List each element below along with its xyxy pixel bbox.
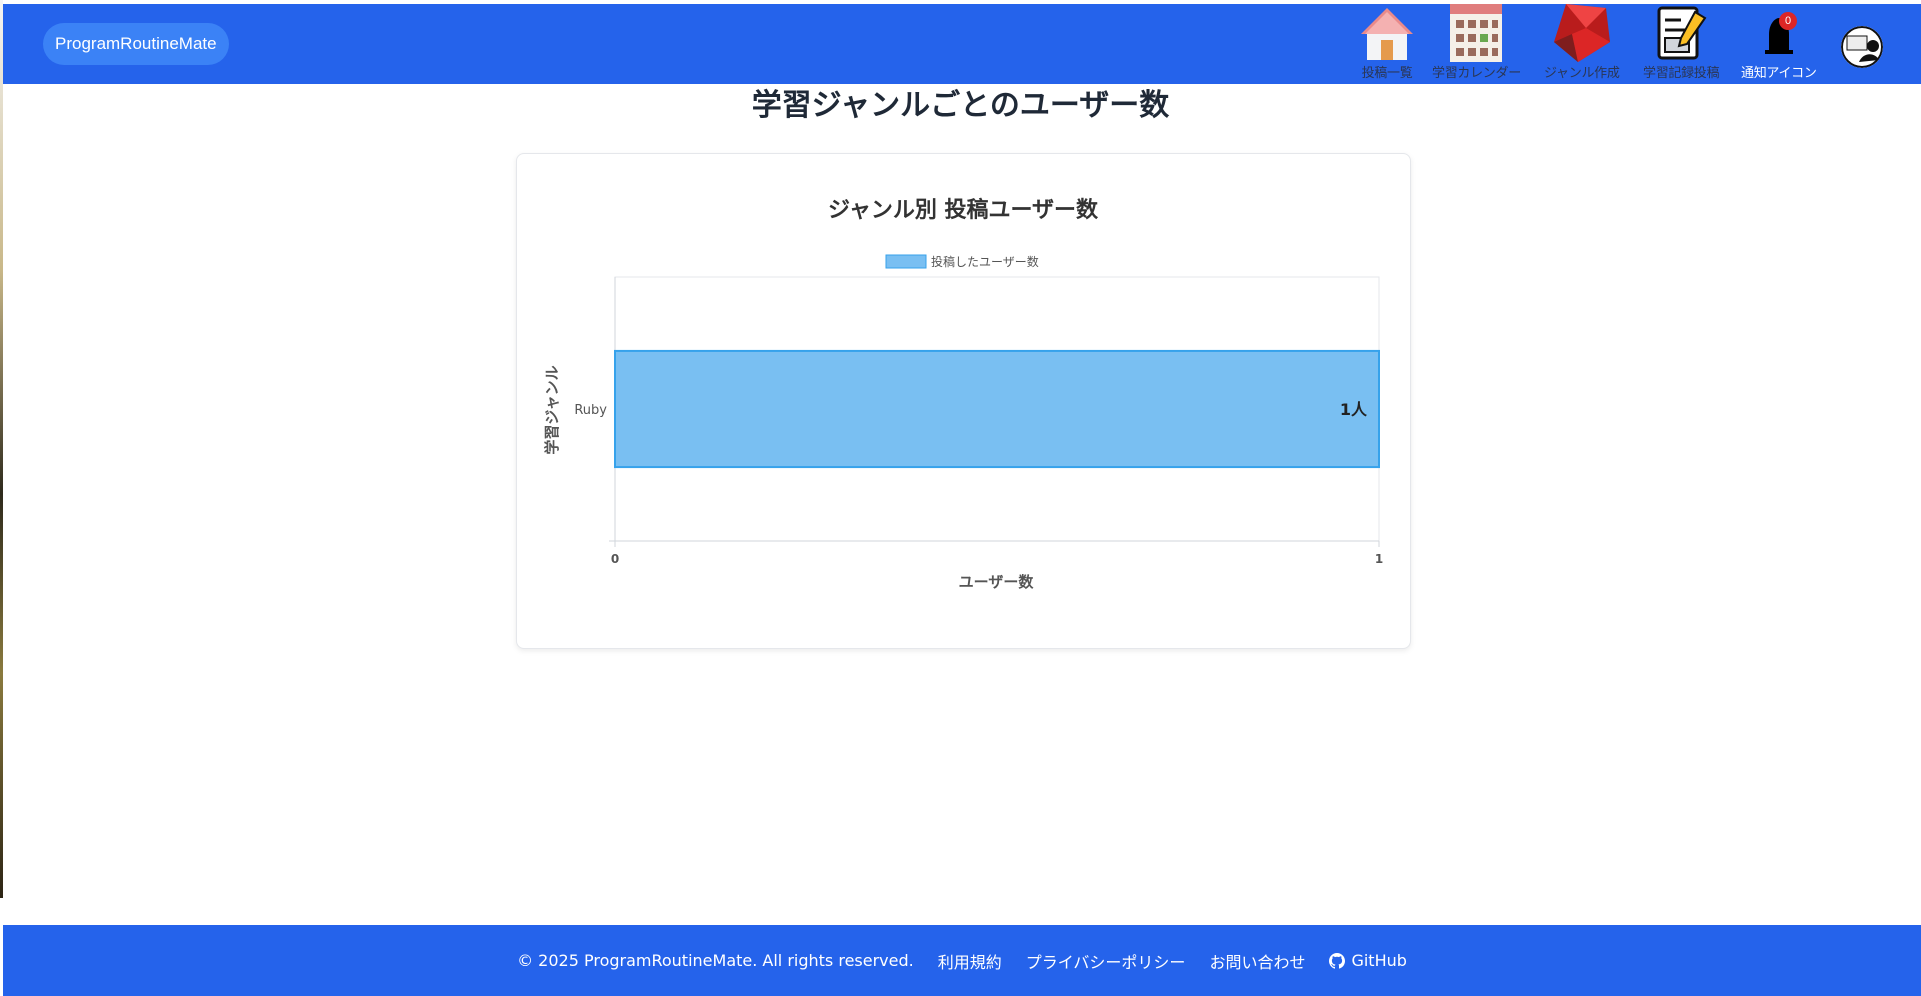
nav-label-record-post: 学習記録投稿 xyxy=(1643,66,1720,81)
x-tick-label: 1 xyxy=(1375,552,1383,566)
document-pencil-icon xyxy=(1657,6,1707,60)
x-axis-title: ユーザー数 xyxy=(959,573,1035,591)
chart-ticks: 01 xyxy=(611,541,1383,566)
nav-label-posts: 投稿一覧 xyxy=(1361,66,1413,81)
house-icon xyxy=(1361,8,1413,60)
brand-logo-button[interactable]: ProgramRoutineMate xyxy=(43,23,229,65)
notification-badge: 0 xyxy=(1779,12,1797,30)
chart-title: ジャンル別 投稿ユーザー数 xyxy=(828,197,1099,223)
nav-item-genre-create[interactable]: ジャンル作成 xyxy=(1544,4,1620,81)
nav-item-record-post[interactable]: 学習記録投稿 xyxy=(1643,4,1720,81)
legend-label: 投稿したユーザー数 xyxy=(931,254,1039,269)
top-navbar: ProgramRoutineMate 投稿一覧 学習カレンダー ジャンル作成 学… xyxy=(3,4,1921,84)
calendar-icon xyxy=(1450,4,1503,62)
chart-bars: Ruby 1人 xyxy=(574,349,1380,469)
chart-card: ジャンル別 投稿ユーザー数 投稿したユーザー数 Ruby 1人 01 ユーザー数 … xyxy=(516,153,1411,649)
chart-legend[interactable]: 投稿したユーザー数 xyxy=(885,254,1039,269)
footer-terms-link[interactable]: 利用規約 xyxy=(938,949,1002,973)
bar-chart: ジャンル別 投稿ユーザー数 投稿したユーザー数 Ruby 1人 01 ユーザー数 … xyxy=(543,197,1383,591)
footer-github-label: GitHub xyxy=(1351,951,1407,970)
bar-data-label: 1人 xyxy=(1340,400,1368,419)
bell-icon xyxy=(1764,18,1793,54)
footer-copyright: © 2025 ProgramRoutineMate. All rights re… xyxy=(517,951,914,970)
ruby-gem-icon xyxy=(1553,4,1610,62)
nav-item-posts[interactable]: 投稿一覧 xyxy=(1357,4,1417,81)
page-title: 学習ジャンルごとのユーザー数 xyxy=(751,88,1170,123)
github-icon xyxy=(1329,952,1346,969)
user-avatar-icon[interactable] xyxy=(1841,26,1883,68)
nav-label-genre-create: ジャンル作成 xyxy=(1544,66,1620,81)
legend-swatch xyxy=(885,254,927,269)
x-tick-label: 0 xyxy=(611,552,619,566)
nav-label-calendar: 学習カレンダー xyxy=(1432,66,1521,81)
y-axis-title: 学習ジャンル xyxy=(543,365,561,454)
footer-privacy-link[interactable]: プライバシーポリシー xyxy=(1026,949,1186,973)
footer: © 2025 ProgramRoutineMate. All rights re… xyxy=(3,925,1921,996)
footer-github-link[interactable]: GitHub xyxy=(1329,951,1407,970)
y-tick-label: Ruby xyxy=(574,403,607,418)
footer-contact-link[interactable]: お問い合わせ xyxy=(1209,949,1305,973)
nav-label-notifications: 通知アイコン xyxy=(1741,66,1817,81)
nav-item-calendar[interactable]: 学習カレンダー xyxy=(1432,4,1521,81)
window-edge xyxy=(0,0,3,898)
bar[interactable] xyxy=(614,349,1380,469)
nav-item-notifications[interactable]: 0 通知アイコン xyxy=(1741,4,1817,81)
